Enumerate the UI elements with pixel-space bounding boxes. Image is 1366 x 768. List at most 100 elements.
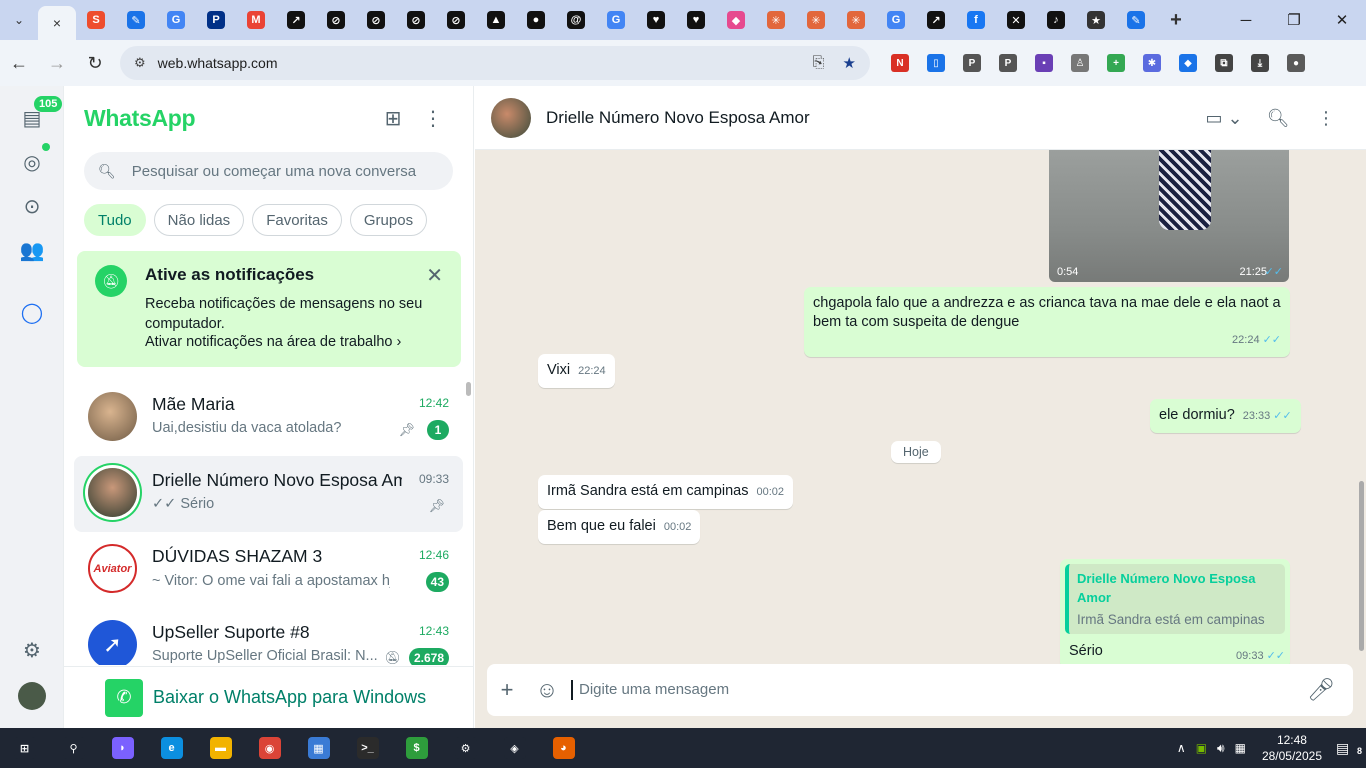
terminal-icon[interactable]: >_	[343, 728, 392, 768]
new-tab-button[interactable]: +	[1156, 0, 1196, 40]
filter-chip-unread[interactable]: Não lidas	[153, 204, 245, 236]
message-bubble-in[interactable]: Irmã Sandra está em campinas 00:02	[538, 475, 794, 509]
conversation-scrollbar[interactable]	[1359, 481, 1364, 651]
firefox-icon[interactable]: ◕	[539, 728, 588, 768]
edge-icon[interactable]: e	[147, 728, 196, 768]
windows-start-icon[interactable]: ⊞	[0, 728, 49, 768]
heart-app-icon[interactable]: ♥	[676, 0, 716, 40]
enable-notifications-link[interactable]: Ativar notificações na área de trabalho …	[145, 334, 461, 350]
forward-button[interactable]: →	[38, 45, 76, 81]
message-bubble-out[interactable]: ele dormiu? 23:33 ✓✓	[1150, 399, 1301, 433]
profile-avatar-icon[interactable]: ●	[1278, 46, 1314, 80]
menu-kebab-icon[interactable]: ⋮	[1306, 98, 1346, 138]
google-icon[interactable]: G	[876, 0, 916, 40]
colorful-app-icon[interactable]: ◆	[716, 0, 756, 40]
facebook-icon[interactable]: f	[956, 0, 996, 40]
figure-extension-icon[interactable]: ♙	[1062, 46, 1098, 80]
volume-icon[interactable]: 🔊︎	[1217, 741, 1225, 756]
google-icon[interactable]: G	[596, 0, 636, 40]
new-chat-icon[interactable]: ⊞	[373, 98, 413, 138]
purple-extension-icon[interactable]: ▪	[1026, 46, 1062, 80]
heart-app-icon[interactable]: ♥	[636, 0, 676, 40]
search-icon[interactable]: 🔍︎	[1258, 98, 1298, 138]
triangle-app-icon[interactable]: ▲	[476, 0, 516, 40]
install-app-icon[interactable]: ⎘	[813, 54, 825, 72]
chat-item-mae-maria[interactable]: Mãe Maria 12:42 Uai,desistiu da vaca ato…	[74, 380, 463, 456]
document-extension-icon[interactable]: ▯	[918, 46, 954, 80]
settings-icon[interactable]: ⚙	[441, 728, 490, 768]
video-call-icon[interactable]: ▭ ⌄	[1198, 98, 1250, 138]
contact-avatar[interactable]	[491, 97, 531, 138]
system-clock[interactable]: 12:48 28/05/2025	[1262, 732, 1322, 764]
search-input[interactable]: 🔍︎ Pesquisar ou começar uma nova convers…	[84, 152, 453, 190]
slash-icon[interactable]: ⊘	[396, 0, 436, 40]
communities-icon[interactable]: 👥	[14, 232, 50, 268]
plus-extension-icon[interactable]: +	[1098, 46, 1134, 80]
network-icon[interactable]: ▦	[1235, 741, 1246, 756]
message-bubble-out[interactable]: chgapola falo que a andrezza e as crianc…	[804, 287, 1290, 357]
tab-search-chevron-icon[interactable]: ⌄	[0, 0, 38, 40]
threads-icon[interactable]: @	[556, 0, 596, 40]
microphone-icon[interactable]: 🎤︎	[1301, 670, 1341, 710]
filter-chip-all[interactable]: Tudo	[84, 204, 146, 236]
chat-item-drielle[interactable]: Drielle Número Novo Esposa Amor 09:33 ✓✓…	[74, 456, 463, 532]
notification-center-icon[interactable]: ▤ 8	[1336, 740, 1366, 757]
menu-kebab-icon[interactable]: ⋮	[413, 98, 453, 138]
search-icon[interactable]: ⚲	[49, 728, 98, 768]
github-icon[interactable]: ●	[516, 0, 556, 40]
file-explorer-icon[interactable]: ▬	[196, 728, 245, 768]
bookmark-star-icon[interactable]: ★	[843, 54, 856, 72]
copilot-icon[interactable]: ◗	[98, 728, 147, 768]
active-tab[interactable]: ×	[38, 6, 76, 40]
chat-item-duvidas-shazam[interactable]: Aviator DÚVIDAS SHAZAM 3 12:46 ~ Vitor: …	[74, 532, 463, 608]
channels-icon[interactable]: ⊙	[14, 188, 50, 224]
site-info-icon[interactable]: ⚙	[134, 55, 146, 71]
close-banner-icon[interactable]: ✕	[426, 263, 443, 288]
message-bubble-in[interactable]: Bem que eu falei 00:02	[538, 510, 701, 544]
p-extension-icon[interactable]: P	[990, 46, 1026, 80]
back-button[interactable]: ←	[0, 45, 38, 81]
address-bar[interactable]: ⚙ web.whatsapp.com ⎘ ★	[120, 46, 870, 80]
attach-plus-icon[interactable]: +	[487, 670, 527, 710]
nvidia-icon[interactable]: ▣	[1196, 741, 1207, 756]
download-icon[interactable]: ⤓	[1242, 46, 1278, 80]
message-bubble-reply[interactable]: Drielle Número Novo Esposa Amor Irmã San…	[1060, 559, 1290, 664]
slash-icon[interactable]: ⊘	[356, 0, 396, 40]
download-app-banner[interactable]: ✆ Baixar o WhatsApp para Windows	[64, 666, 473, 728]
conversation-header[interactable]: Drielle Número Novo Esposa Amor ▭ ⌄ 🔍︎ ⋮	[475, 86, 1366, 150]
new-badge-extension-icon[interactable]: N	[882, 46, 918, 80]
paypal-icon[interactable]: P	[196, 0, 236, 40]
money-app-icon[interactable]: $	[392, 728, 441, 768]
p-extension-icon[interactable]: P	[954, 46, 990, 80]
tiktok-icon[interactable]: ♪	[1036, 0, 1076, 40]
gear-extension-icon[interactable]: ✱	[1134, 46, 1170, 80]
chevron-up-icon[interactable]: ∧	[1177, 741, 1186, 756]
blue-extension-icon[interactable]: ◆	[1170, 46, 1206, 80]
minimize-button[interactable]: ─	[1222, 0, 1270, 40]
chrome-icon[interactable]: ◉	[245, 728, 294, 768]
filter-chip-groups[interactable]: Grupos	[349, 204, 428, 236]
tab-close-icon[interactable]: ×	[53, 15, 61, 31]
message-bubble-in[interactable]: Vixi 22:24	[538, 354, 615, 388]
close-window-button[interactable]: ✕	[1318, 0, 1366, 40]
filter-chip-favorites[interactable]: Favoritas	[252, 204, 342, 236]
pencil-app-icon[interactable]: ✎	[116, 0, 156, 40]
meta-ai-icon[interactable]: ◯	[14, 294, 50, 330]
emoji-sticker-icon[interactable]: ☺	[527, 670, 567, 710]
pencil-app-icon[interactable]: ✎	[1116, 0, 1156, 40]
asterisk-app-icon[interactable]: ✳	[836, 0, 876, 40]
sidebar-scrollbar[interactable]	[466, 382, 471, 396]
puzzle-icon[interactable]: ⧉	[1206, 46, 1242, 80]
asterisk-app-icon[interactable]: ✳	[796, 0, 836, 40]
chart-app-icon[interactable]: ↗	[276, 0, 316, 40]
message-input[interactable]: Digite uma mensagem	[571, 680, 1301, 700]
cube-app-icon[interactable]: ◈	[490, 728, 539, 768]
x-app-icon[interactable]: ✕	[996, 0, 1036, 40]
quoted-message[interactable]: Drielle Número Novo Esposa Amor Irmã San…	[1065, 564, 1285, 634]
restore-button[interactable]: ❐	[1270, 0, 1318, 40]
reload-button[interactable]: ↻	[76, 45, 114, 81]
slash-icon[interactable]: ⊘	[316, 0, 356, 40]
star-app-icon[interactable]: ★	[1076, 0, 1116, 40]
gmail-icon[interactable]: M	[236, 0, 276, 40]
asterisk-app-icon[interactable]: ✳	[756, 0, 796, 40]
